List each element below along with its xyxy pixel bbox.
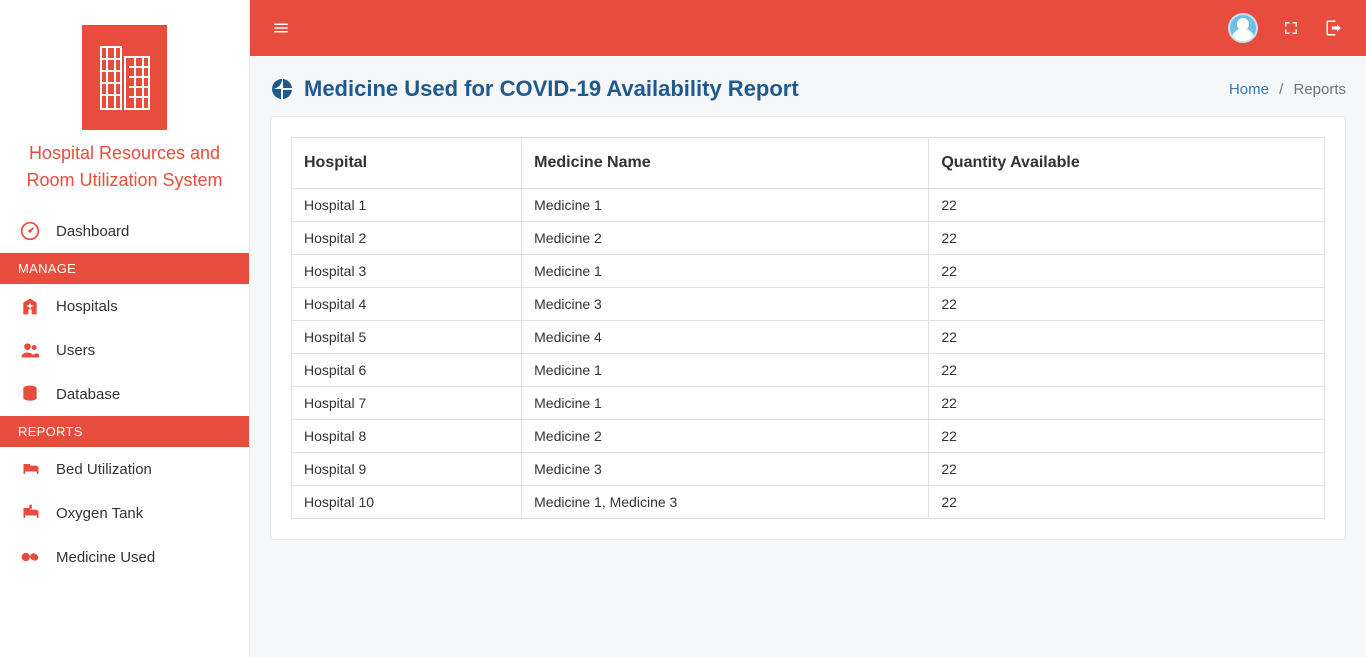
cell-medicine: Medicine 3	[522, 288, 929, 321]
users-icon	[20, 340, 44, 360]
table-row: Hospital 2Medicine 222	[292, 222, 1325, 255]
table-row: Hospital 8Medicine 222	[292, 420, 1325, 453]
breadcrumb: Home / Reports	[1229, 81, 1346, 98]
sidebar-item-oxygen-tank[interactable]: Oxygen Tank	[0, 491, 249, 535]
cell-medicine: Medicine 4	[522, 321, 929, 354]
report-table: Hospital Medicine Name Quantity Availabl…	[291, 137, 1325, 519]
hospital-icon	[20, 296, 44, 316]
page-header: Medicine Used for COVID-19 Availability …	[250, 56, 1366, 116]
sidebar-item-dashboard[interactable]: Dashboard	[0, 209, 249, 253]
sidebar-item-label: Oxygen Tank	[56, 505, 143, 522]
sidebar-header-manage: MANAGE	[0, 253, 249, 284]
cell-hospital: Hospital 3	[292, 255, 522, 288]
pills-icon	[20, 547, 44, 567]
col-medicine: Medicine Name	[522, 138, 929, 189]
oxygen-tank-icon	[20, 503, 44, 523]
menu-toggle-button[interactable]	[272, 19, 290, 37]
brand-area: Hospital Resources and Room Utilization …	[0, 0, 249, 209]
cell-medicine: Medicine 2	[522, 420, 929, 453]
col-qty: Quantity Available	[929, 138, 1325, 189]
cell-medicine: Medicine 2	[522, 222, 929, 255]
report-card: Hospital Medicine Name Quantity Availabl…	[270, 116, 1346, 540]
table-row: Hospital 4Medicine 322	[292, 288, 1325, 321]
breadcrumb-home[interactable]: Home	[1229, 81, 1269, 98]
table-row: Hospital 3Medicine 122	[292, 255, 1325, 288]
hamburger-icon	[272, 19, 290, 37]
page-title-text: Medicine Used for COVID-19 Availability …	[304, 76, 799, 102]
bed-icon	[20, 459, 44, 479]
cell-hospital: Hospital 6	[292, 354, 522, 387]
table-row: Hospital 9Medicine 322	[292, 453, 1325, 486]
cell-hospital: Hospital 4	[292, 288, 522, 321]
cell-medicine: Medicine 1	[522, 354, 929, 387]
cell-qty: 22	[929, 420, 1325, 453]
sidebar-item-label: Bed Utilization	[56, 461, 152, 478]
cell-qty: 22	[929, 222, 1325, 255]
cell-medicine: Medicine 1	[522, 387, 929, 420]
database-icon	[20, 384, 44, 404]
brand-line2: Room Utilization System	[10, 167, 239, 194]
sidebar-item-users[interactable]: Users	[0, 328, 249, 372]
page-title: Medicine Used for COVID-19 Availability …	[270, 76, 799, 102]
sidebar-header-reports: REPORTS	[0, 416, 249, 447]
sidebar-item-label: Database	[56, 386, 120, 403]
cell-qty: 22	[929, 321, 1325, 354]
sidebar-item-label: Users	[56, 342, 95, 359]
cell-qty: 22	[929, 354, 1325, 387]
dashboard-icon	[20, 221, 44, 241]
cell-qty: 22	[929, 486, 1325, 519]
breadcrumb-current: Reports	[1293, 81, 1346, 98]
cell-hospital: Hospital 1	[292, 189, 522, 222]
cell-qty: 22	[929, 189, 1325, 222]
cell-qty: 22	[929, 255, 1325, 288]
brand-line1: Hospital Resources and	[10, 140, 239, 167]
logout-button[interactable]	[1324, 19, 1344, 37]
cell-medicine: Medicine 3	[522, 453, 929, 486]
cell-hospital: Hospital 9	[292, 453, 522, 486]
table-row: Hospital 6Medicine 122	[292, 354, 1325, 387]
cell-hospital: Hospital 7	[292, 387, 522, 420]
sidebar-item-hospitals[interactable]: Hospitals	[0, 284, 249, 328]
cell-medicine: Medicine 1	[522, 255, 929, 288]
fullscreen-button[interactable]	[1282, 19, 1300, 37]
table-row: Hospital 5Medicine 422	[292, 321, 1325, 354]
breadcrumb-separator: /	[1279, 81, 1283, 98]
table-header-row: Hospital Medicine Name Quantity Availabl…	[292, 138, 1325, 189]
cell-medicine: Medicine 1	[522, 189, 929, 222]
sign-out-icon	[1324, 19, 1344, 37]
cell-qty: 22	[929, 288, 1325, 321]
cell-hospital: Hospital 2	[292, 222, 522, 255]
cell-medicine: Medicine 1, Medicine 3	[522, 486, 929, 519]
building-icon	[95, 39, 155, 117]
cell-hospital: Hospital 10	[292, 486, 522, 519]
sidebar-item-label: Medicine Used	[56, 549, 155, 566]
sidebar-item-medicine-used[interactable]: Medicine Used	[0, 535, 249, 579]
table-row: Hospital 10Medicine 1, Medicine 322	[292, 486, 1325, 519]
sidebar-item-label: Dashboard	[56, 223, 129, 240]
main-content: Medicine Used for COVID-19 Availability …	[250, 0, 1366, 540]
brand-logo	[82, 25, 167, 130]
user-avatar[interactable]	[1228, 13, 1258, 43]
sidebar-item-database[interactable]: Database	[0, 372, 249, 416]
cell-hospital: Hospital 5	[292, 321, 522, 354]
expand-icon	[1282, 19, 1300, 37]
table-row: Hospital 1Medicine 122	[292, 189, 1325, 222]
sidebar-item-bed-utilization[interactable]: Bed Utilization	[0, 447, 249, 491]
table-row: Hospital 7Medicine 122	[292, 387, 1325, 420]
sidebar: Hospital Resources and Room Utilization …	[0, 0, 250, 657]
pie-chart-icon	[270, 77, 294, 101]
cell-hospital: Hospital 8	[292, 420, 522, 453]
cell-qty: 22	[929, 387, 1325, 420]
col-hospital: Hospital	[292, 138, 522, 189]
brand-title: Hospital Resources and Room Utilization …	[10, 140, 239, 194]
topbar	[250, 0, 1366, 56]
cell-qty: 22	[929, 453, 1325, 486]
sidebar-item-label: Hospitals	[56, 298, 118, 315]
